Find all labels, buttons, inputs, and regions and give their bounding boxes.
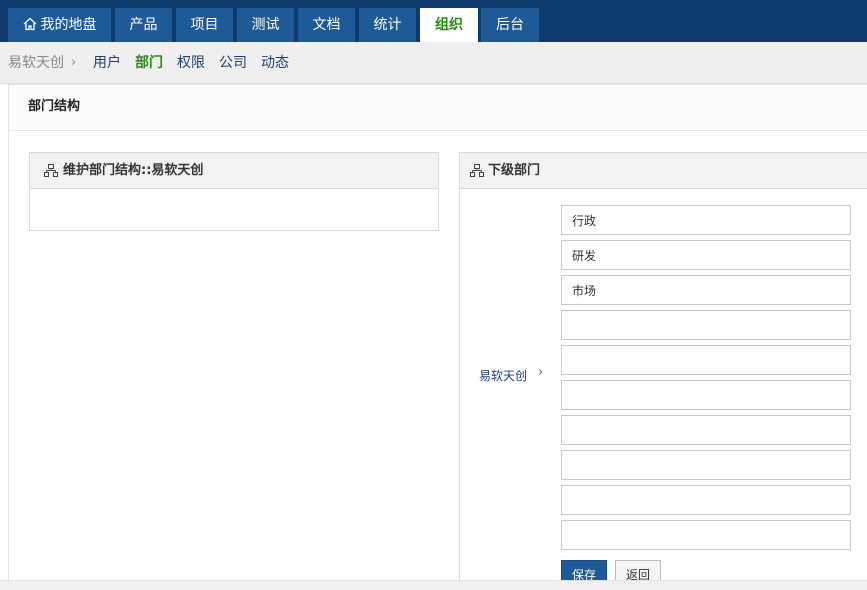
tab-label: 产品 — [129, 17, 158, 33]
tab-label: 组织 — [435, 17, 463, 33]
subnav-dept[interactable]: 部门 — [135, 42, 163, 84]
page-title: 部门结构 — [28, 99, 81, 114]
org-chart-icon — [470, 164, 484, 177]
child-dept-header: 下级部门 — [460, 153, 867, 189]
child-dept-panel: 下级部门 易软天创 › 保存 返回 — [459, 152, 867, 590]
tab-company[interactable]: 组织 — [420, 8, 478, 42]
tab-label: 统计 — [373, 17, 402, 33]
dept-name-input[interactable] — [561, 205, 851, 235]
dept-name-input[interactable] — [561, 310, 851, 340]
dept-tree-header: 维护部门结构::易软天创 — [30, 153, 438, 189]
tab-doc[interactable]: 文档 — [298, 8, 355, 42]
dept-name-input[interactable] — [561, 450, 851, 480]
sub-nav: 易软天创 › 用户 部门 权限 公司 动态 — [0, 42, 867, 84]
tab-admin[interactable]: 后台 — [481, 8, 539, 42]
tab-project[interactable]: 项目 — [176, 8, 233, 42]
top-nav: 我的地盘 产品 项目 测试 文档 统计 组织 后台 — [0, 0, 867, 42]
dept-name-input[interactable] — [561, 485, 851, 515]
dept-name-input[interactable] — [561, 415, 851, 445]
tab-report[interactable]: 统计 — [359, 8, 416, 42]
subnav-users[interactable]: 用户 — [93, 42, 121, 84]
dept-tree-panel: 维护部门结构::易软天创 — [29, 152, 439, 231]
home-icon — [23, 17, 36, 30]
tab-label: 项目 — [190, 17, 219, 33]
subnav-company[interactable]: 公司 — [219, 42, 247, 84]
breadcrumb-separator: › — [71, 55, 77, 70]
tab-label: 测试 — [251, 17, 280, 33]
chevron-right-icon: › — [538, 365, 544, 380]
dept-tree-title: 维护部门结构::易软天创 — [63, 163, 204, 178]
dept-name-input[interactable] — [561, 380, 851, 410]
tab-label: 我的地盘 — [40, 17, 97, 33]
dept-name-input[interactable] — [561, 520, 851, 550]
main-panel: 部门结构 维护部门结构::易软天创 下级部门 易软天创 › 保存 返回 — [8, 84, 867, 590]
dept-name-input[interactable] — [561, 240, 851, 270]
child-dept-title: 下级部门 — [488, 163, 541, 178]
subnav-privilege[interactable]: 权限 — [177, 42, 205, 84]
tab-test[interactable]: 测试 — [237, 8, 294, 42]
subnav-dynamic[interactable]: 动态 — [261, 42, 289, 84]
tab-my-dashboard[interactable]: 我的地盘 — [8, 8, 111, 42]
company-name: 易软天创 — [8, 55, 64, 71]
main-title-bar: 部门结构 — [9, 85, 867, 131]
horizontal-scrollbar[interactable] — [0, 580, 867, 590]
tab-product[interactable]: 产品 — [115, 8, 172, 42]
dept-name-input[interactable] — [561, 345, 851, 375]
tab-label: 文档 — [312, 17, 341, 33]
org-chart-icon — [44, 164, 58, 177]
dept-name-input[interactable] — [561, 275, 851, 305]
parent-dept-link[interactable]: 易软天创 — [479, 367, 527, 384]
tab-label: 后台 — [496, 17, 524, 33]
